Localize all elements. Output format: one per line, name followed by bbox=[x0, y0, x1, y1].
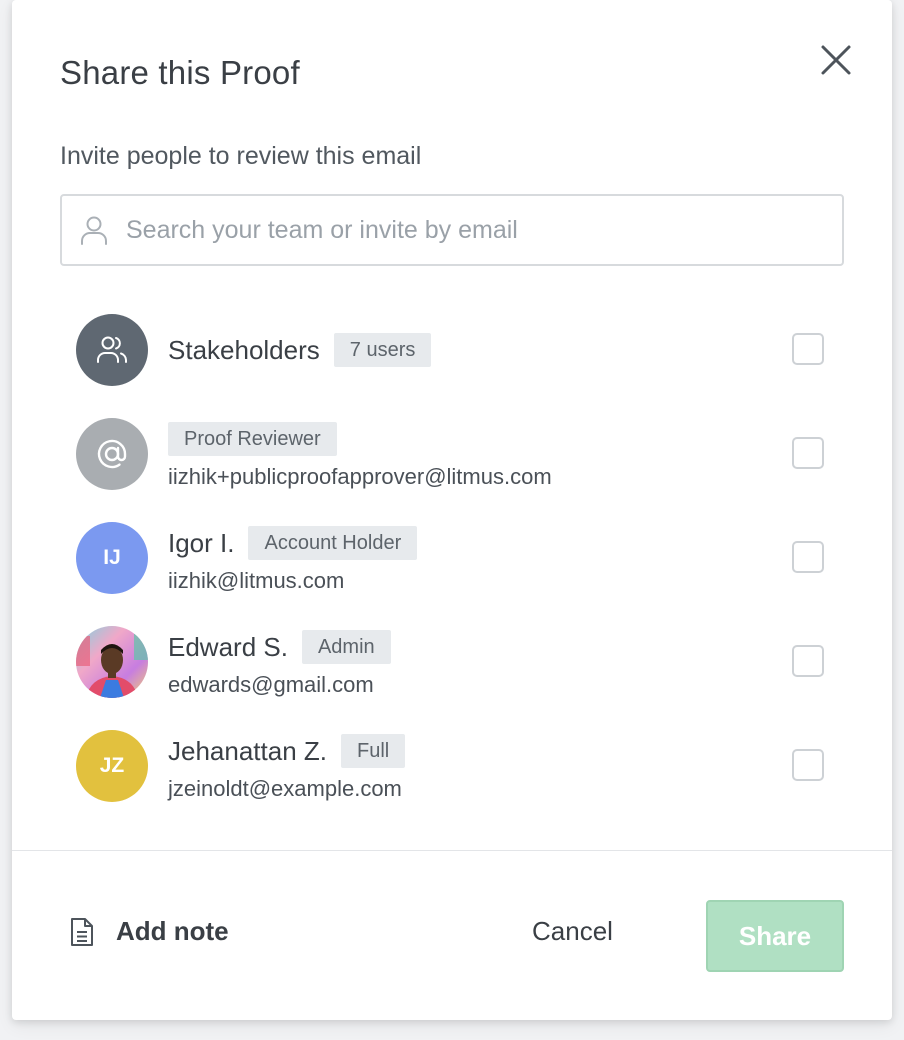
recipient-name: Stakeholders bbox=[168, 334, 320, 365]
photo-avatar bbox=[76, 626, 148, 698]
add-note-label: Add note bbox=[116, 916, 229, 946]
group-avatar bbox=[76, 314, 148, 386]
recipient-list: Stakeholders 7 users Proof Reviewer iizh… bbox=[76, 314, 836, 834]
user-count-badge: 7 users bbox=[333, 333, 432, 367]
add-note-button[interactable]: Add note bbox=[70, 916, 229, 947]
email-avatar bbox=[76, 418, 148, 490]
close-icon[interactable] bbox=[818, 42, 854, 78]
recipient-name: Igor I. bbox=[168, 527, 235, 558]
initials-avatar: IJ bbox=[76, 522, 148, 594]
recipient-name: Jehanattan Z. bbox=[168, 735, 327, 766]
role-badge: Admin bbox=[301, 630, 391, 664]
recipient-row-stakeholders[interactable]: Stakeholders 7 users bbox=[76, 314, 836, 418]
at-icon bbox=[97, 439, 127, 469]
recipient-checkbox[interactable] bbox=[792, 645, 824, 677]
initials-avatar: JZ bbox=[76, 730, 148, 802]
footer-divider bbox=[12, 850, 892, 851]
recipient-checkbox[interactable] bbox=[792, 541, 824, 573]
recipient-row-igor[interactable]: IJ Igor I. Account Holder iizhik@litmus.… bbox=[76, 522, 836, 626]
recipient-email: jzeinoldt@example.com bbox=[168, 776, 402, 801]
person-icon bbox=[81, 216, 107, 245]
document-icon bbox=[71, 917, 93, 946]
recipient-row-edward[interactable]: Edward S. Admin edwards@gmail.com bbox=[76, 626, 836, 730]
share-button[interactable]: Share bbox=[706, 900, 844, 972]
recipient-name: Edward S. bbox=[168, 631, 288, 662]
role-badge: Account Holder bbox=[248, 526, 418, 560]
recipient-row-jehanattan[interactable]: JZ Jehanattan Z. Full jzeinoldt@example.… bbox=[76, 730, 836, 834]
recipient-checkbox[interactable] bbox=[792, 749, 824, 781]
search-input[interactable] bbox=[126, 196, 842, 264]
recipient-checkbox[interactable] bbox=[792, 437, 824, 469]
recipient-email: iizhik+publicproofapprover@litmus.com bbox=[168, 464, 552, 489]
group-icon bbox=[97, 336, 127, 363]
role-badge: Proof Reviewer bbox=[168, 422, 337, 456]
recipient-email: iizhik@litmus.com bbox=[168, 568, 345, 593]
search-field[interactable] bbox=[60, 194, 844, 266]
cancel-button[interactable]: Cancel bbox=[532, 916, 613, 947]
recipient-row-proof-reviewer[interactable]: Proof Reviewer iizhik+publicproofapprove… bbox=[76, 418, 836, 522]
dialog-title: Share this Proof bbox=[60, 54, 300, 91]
close-button[interactable] bbox=[818, 42, 854, 78]
recipient-checkbox[interactable] bbox=[792, 333, 824, 365]
dialog-subtitle: Invite people to review this email bbox=[60, 142, 422, 170]
recipient-email: edwards@gmail.com bbox=[168, 672, 374, 697]
role-badge: Full bbox=[341, 734, 406, 768]
share-dialog: Share this Proof Invite people to review… bbox=[12, 0, 892, 1020]
